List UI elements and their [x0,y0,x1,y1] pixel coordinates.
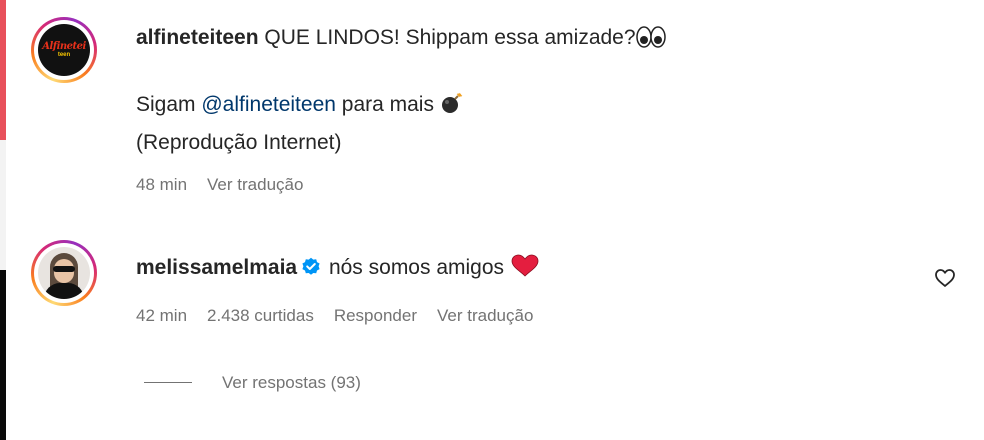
avatar-melissamelmaia[interactable] [31,240,97,306]
background-edge-red [0,0,6,140]
heart-outline-icon [935,269,955,287]
comment-1-body-line-1: Sigam @alfineteiteen para mais [136,91,464,123]
view-replies-label: Ver respostas (93) [222,373,361,392]
comment-2-meta: 42 min 2.438 curtidas Responder Ver traduçã… [136,305,553,327]
sunglasses [53,266,75,272]
comment-1-header: alfineteiteen QUE LINDOS! Shippam essa a… [136,24,666,56]
comment-1-body-prefix: Sigam [136,93,202,116]
background-edge-dark [0,270,6,440]
comment-1-time[interactable]: 48 min [136,175,187,194]
logo-subtext: teen [57,52,71,58]
eyes-emoji-icon [635,26,666,56]
alfineteiteen-logo-image: Alfinetei teen [38,24,90,76]
verified-badge-icon [301,257,321,285]
comment-2-reply-button[interactable]: Responder [334,306,417,325]
mention-link[interactable]: @alfineteiteen [201,93,336,116]
comment-1-body-suffix: para mais [335,93,440,116]
logo-text: Alfinetei [42,41,86,52]
comment-1-text: QUE LINDOS! Shippam essa amizade? [258,26,636,49]
comment-1-translate-button[interactable]: Ver tradução [207,175,303,194]
comment-1-body-line-2: (Reprodução Internet) [136,131,342,154]
comment-2-username[interactable]: melissamelmaia [136,256,297,279]
comment-2-header: melissamelmaia nós somos amigos [136,254,540,286]
replies-divider [144,382,192,383]
comment-2-time[interactable]: 42 min [136,306,187,325]
bomb-emoji-icon [440,91,464,123]
red-heart-emoji-icon [510,254,540,286]
like-comment-button[interactable] [933,266,957,290]
comment-2-translate-button[interactable]: Ver tradução [437,306,533,325]
profile-photo [38,247,90,299]
comment-2-text: nós somos amigos [323,256,510,279]
comment-2-likes[interactable]: 2.438 curtidas [207,306,314,325]
comment-1-meta: 48 min Ver tradução [136,174,323,196]
comment-1-username[interactable]: alfineteiteen [136,26,259,49]
background-edge-light [0,140,6,270]
avatar-alfineteiteen[interactable]: Alfinetei teen [31,17,97,83]
view-replies-button[interactable]: Ver respostas (93) [144,372,361,394]
